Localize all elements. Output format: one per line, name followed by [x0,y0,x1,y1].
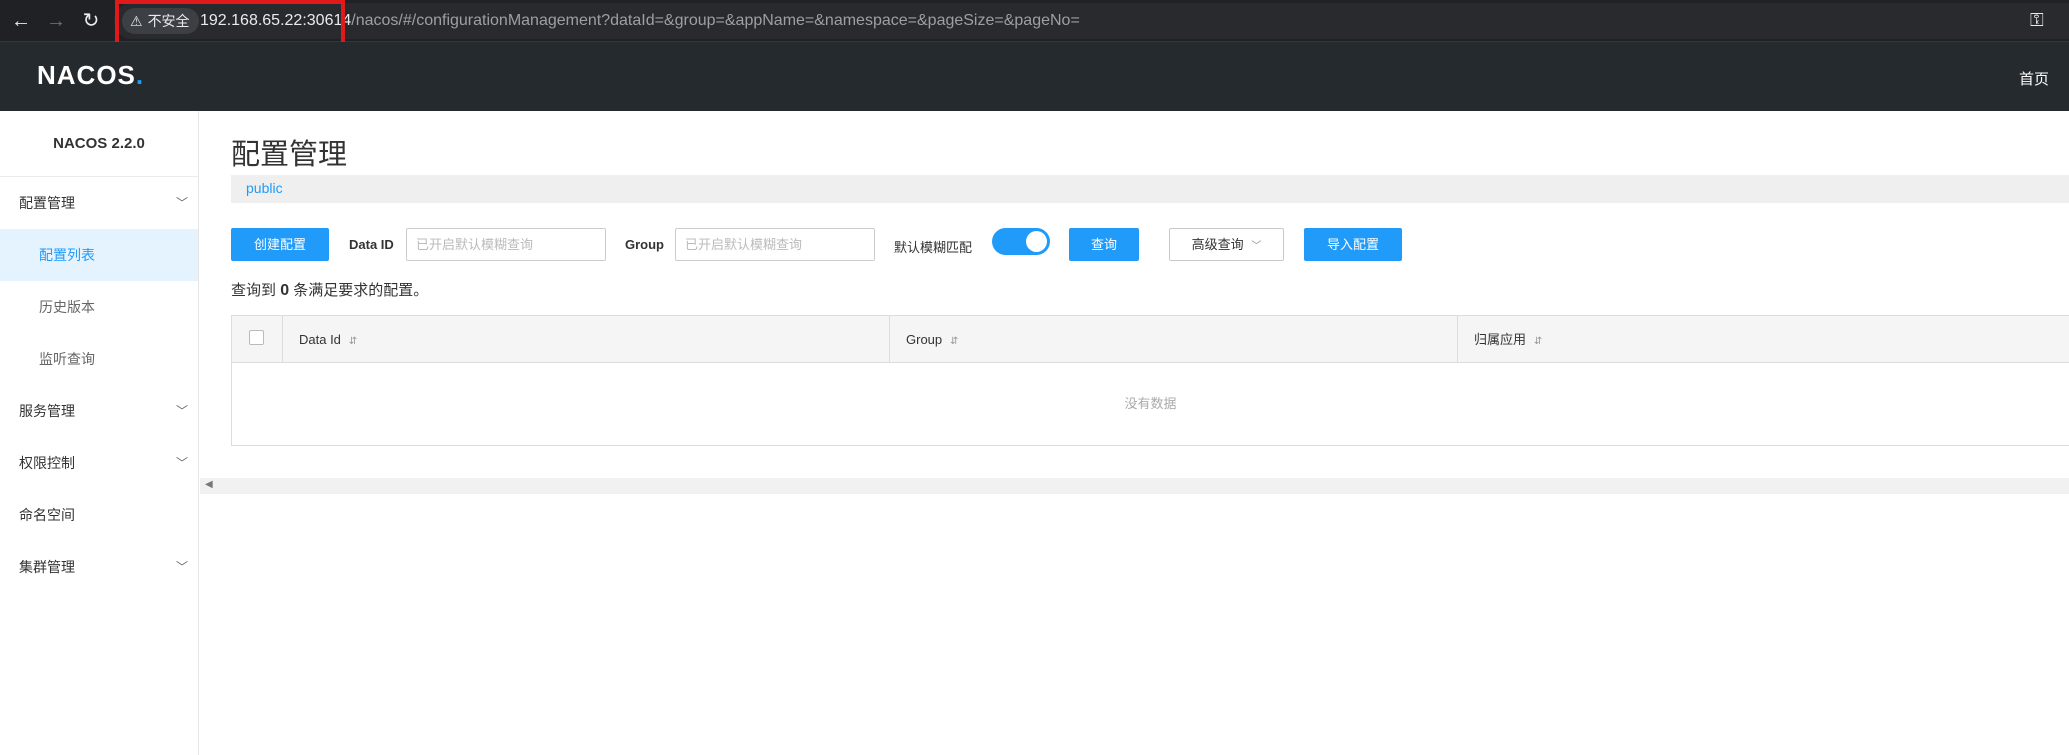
sidebar-item-namespace[interactable]: 命名空间 [0,489,198,541]
namespace-public[interactable]: public [246,180,283,196]
advanced-query-button[interactable]: 高级查询 ﹀ [1169,228,1284,261]
table-header: Data Id ⇵ Group ⇵ 归属应用 ⇵ [232,316,2069,363]
sidebar-item-label: 服务管理 [19,403,75,419]
home-link[interactable]: 首页 [2019,68,2049,89]
browser-toolbar: ← → ↻ ⚠ 不安全 192.168.65.22:30614/nacos/#/… [0,0,2069,48]
sidebar-item-label: 权限控制 [19,455,75,471]
result-summary: 查询到 0 条满足要求的配置。 [231,279,428,300]
result-suffix: 条满足要求的配置。 [293,282,429,299]
advanced-query-label: 高级查询 [1191,237,1244,252]
chevron-down-icon: ﹀ [175,456,188,470]
result-prefix: 查询到 [231,282,277,299]
sidebar-item-label: 历史版本 [39,299,95,315]
url-path: /nacos/#/configurationManagement?dataId=… [351,12,1080,29]
logo-dot: . [135,60,145,90]
sidebar-item-label: 配置管理 [19,195,75,211]
sidebar-item-config-list[interactable]: 配置列表 [0,229,198,281]
sidebar-item-listener-query[interactable]: 监听查询 [0,333,198,385]
column-header-group[interactable]: Group ⇵ [889,316,1457,363]
data-id-label: Data ID [349,237,394,252]
config-table: Data Id ⇵ Group ⇵ 归属应用 ⇵ 没有数据 [231,315,2069,446]
sidebar-item-label: 监听查询 [39,351,95,367]
horizontal-scrollbar[interactable]: ◀ [200,478,2069,494]
import-config-button[interactable]: 导入配置 [1304,228,1402,261]
sidebar-item-permission-control[interactable]: 权限控制 ﹀ [0,437,198,489]
sidebar-item-config-management[interactable]: 配置管理 ﹀ [0,177,198,229]
column-label: Group [906,332,943,347]
empty-state: 没有数据 [1124,396,1177,411]
column-label: 归属应用 [1474,332,1527,347]
toggle-knob [1026,231,1047,252]
sort-icon[interactable]: ⇵ [950,336,958,347]
select-all-cell [232,316,282,363]
sidebar-item-service-management[interactable]: 服务管理 ﹀ [0,385,198,437]
reload-icon[interactable]: ↻ [76,6,106,36]
app-header: NACOS. 首页 [0,42,2069,111]
namespace-bar: public [231,175,2069,203]
data-id-input[interactable]: 已开启默认模糊查询 [406,228,606,261]
group-label: Group [625,237,664,252]
query-button[interactable]: 查询 [1069,228,1139,261]
sidebar-item-cluster-management[interactable]: 集群管理 ﹀ [0,541,198,593]
forward-icon[interactable]: → [41,6,71,36]
sidebar-item-label: 命名空间 [19,507,75,523]
version-label: NACOS 2.2.0 [0,111,198,177]
column-header-data-id[interactable]: Data Id ⇵ [282,316,889,363]
chevron-down-icon: ﹀ [175,196,188,210]
page-title: 配置管理 [231,139,348,171]
main-content: 配置管理 public 创建配置 Data ID 已开启默认模糊查询 Group… [200,111,2069,755]
highlight-annotation [115,0,345,48]
chevron-down-icon: ﹀ [175,560,188,574]
fuzzy-match-label: 默认模糊匹配 [894,240,973,255]
group-input[interactable]: 已开启默认模糊查询 [675,228,875,261]
result-count: 0 [280,282,290,299]
nacos-logo[interactable]: NACOS. [37,60,144,91]
column-header-app[interactable]: 归属应用 ⇵ [1457,316,2069,363]
sidebar-item-label: 集群管理 [19,559,75,575]
chevron-down-icon: ﹀ [1251,241,1262,252]
scroll-left-icon[interactable]: ◀ [205,479,213,490]
column-label: Data Id [299,332,341,347]
sort-icon[interactable]: ⇵ [1534,336,1542,347]
sidebar: NACOS 2.2.0 配置管理 ﹀ 配置列表 历史版本 监听查询 服务管理 ﹀… [0,111,199,755]
logo-text: NACOS [37,60,136,90]
fuzzy-match-toggle[interactable] [992,228,1050,255]
back-icon[interactable]: ← [6,6,36,36]
sidebar-item-label: 配置列表 [39,247,95,263]
sort-icon[interactable]: ⇵ [349,336,357,347]
select-all-checkbox[interactable] [249,330,264,345]
chevron-down-icon: ﹀ [175,404,188,418]
key-icon[interactable]: ⚿ [2030,10,2044,31]
create-config-button[interactable]: 创建配置 [231,228,329,261]
sidebar-item-history[interactable]: 历史版本 [0,281,198,333]
